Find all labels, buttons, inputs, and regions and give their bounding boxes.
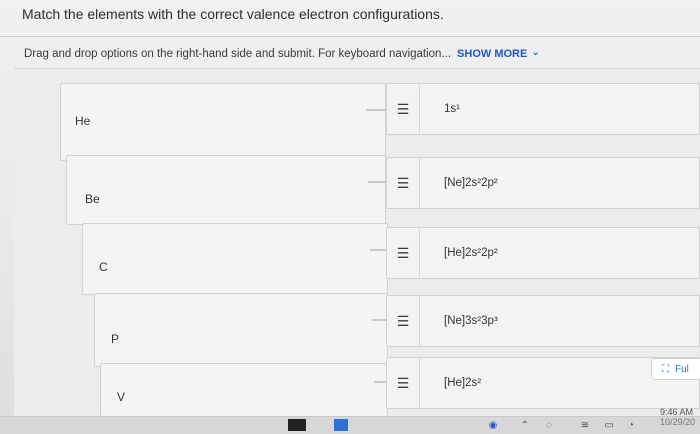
wifi-icon[interactable]: ≋ (578, 418, 592, 432)
answer-item[interactable]: ☰ [He]2s²2p² (386, 227, 700, 279)
answer-text: [He]2s² (444, 377, 482, 389)
answer-text: [Ne]2s²2p² (444, 177, 498, 189)
question-title: Match the elements with the correct vale… (22, 6, 444, 22)
chat-icon[interactable]: ◉ (486, 418, 500, 432)
target-be[interactable]: Be (66, 155, 386, 225)
instructions-text: Drag and drop options on the right-hand … (24, 48, 452, 60)
clock-time: 9:46 AM (660, 407, 694, 417)
element-label: He (75, 114, 91, 128)
answer-text: [Ne]3s²3p³ (444, 315, 498, 327)
answer-item[interactable]: ☰ [Ne]2s²2p² (386, 157, 700, 209)
match-panel: He Be C P V ☰ 1s¹ ☰ [Ne]2s²2p² ☰ [He]2s²… (14, 68, 700, 417)
show-more-button[interactable]: SHOW MORE ⌄ (457, 47, 540, 61)
drag-handle-icon[interactable]: ☰ (387, 228, 420, 278)
system-clock[interactable]: 9:46 AM 10/29/20 (660, 407, 695, 427)
divider (0, 36, 700, 37)
answer-item[interactable]: ☰ [Ne]3s²3p³ (386, 295, 700, 347)
instructions: Drag and drop options on the right-hand … (24, 40, 700, 68)
element-label: C (99, 260, 108, 274)
battery-icon[interactable]: ▭ (602, 418, 616, 432)
drag-handle-icon[interactable]: ☰ (387, 296, 420, 346)
element-label: V (117, 390, 126, 404)
fullscreen-icon: ⛶ (662, 363, 669, 375)
target-he[interactable]: He (60, 83, 386, 161)
clock-date: 10/29/20 (660, 417, 696, 427)
drag-handle-icon[interactable]: ☰ (387, 158, 420, 208)
target-p[interactable]: P (94, 293, 388, 367)
element-label: Be (85, 192, 100, 206)
drag-handle-icon[interactable]: ☰ (387, 358, 420, 408)
volume-icon[interactable]: ◔ (624, 418, 638, 432)
drag-handle-icon[interactable]: ☰ (387, 84, 420, 134)
answer-item[interactable]: ☰ 1s¹ (386, 83, 700, 135)
chevron-down-icon: ⌄ (531, 47, 540, 58)
fullscreen-label: Ful (675, 363, 689, 375)
page: Match the elements with the correct vale… (0, 0, 700, 434)
taskbar-app[interactable] (334, 419, 348, 431)
element-label: P (111, 332, 120, 346)
show-more-label: SHOW MORE (457, 48, 528, 60)
target-v[interactable]: V (100, 363, 388, 417)
taskbar: ◉ ⌃ ◌ ≋ ▭ ◔ (0, 416, 700, 434)
taskbar-app[interactable] (288, 419, 306, 431)
target-c[interactable]: C (82, 223, 388, 295)
app-icon[interactable]: ◌ (542, 418, 556, 432)
answer-text: 1s¹ (444, 103, 460, 115)
chevron-up-icon[interactable]: ⌃ (518, 418, 532, 432)
answer-text: [He]2s²2p² (444, 247, 498, 259)
fullscreen-button[interactable]: ⛶ Ful (651, 358, 700, 380)
